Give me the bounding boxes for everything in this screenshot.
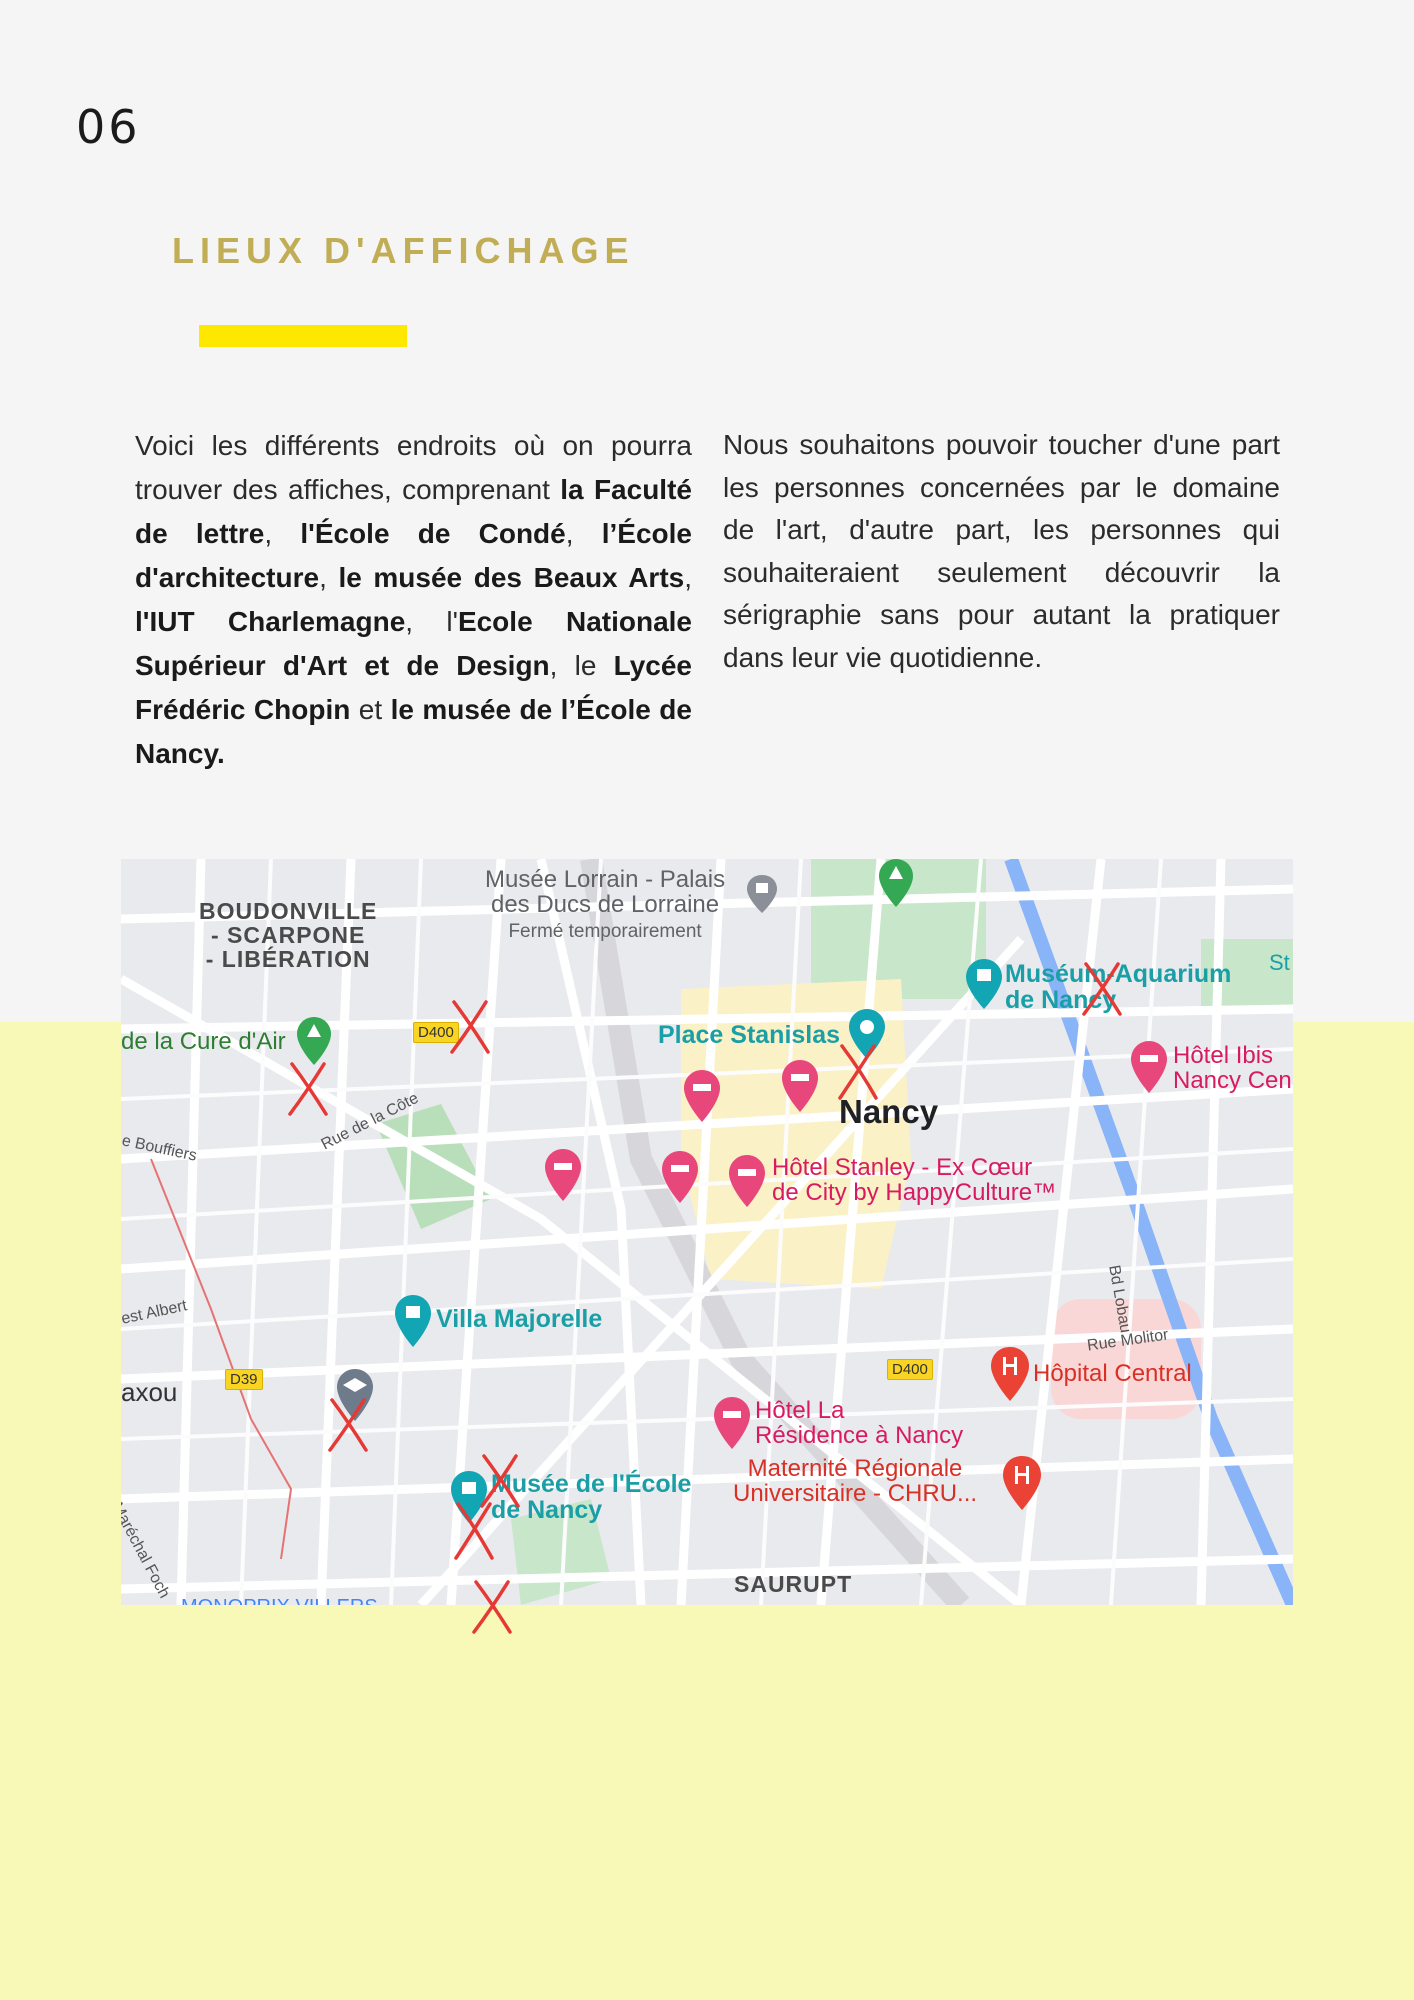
poster-location-marker xyxy=(454,1502,494,1560)
poi-label-line: Hôtel Ibis xyxy=(1173,1042,1274,1069)
hotel-pin-icon xyxy=(545,1149,581,1201)
hotel-pin-icon xyxy=(1131,1041,1167,1093)
poi-label-line: Hôtel Stanley - Ex Cœur xyxy=(772,1154,1033,1181)
poi-label-musee-lorrain: Musée Lorrain - Palais des Ducs de Lorra… xyxy=(485,867,725,943)
poi-label-hotel-ibis: Hôtel Ibis Nancy Cen xyxy=(1173,1042,1292,1095)
road-shield: D39 xyxy=(225,1369,263,1390)
poi-label-hopital-central: Hôpital Central xyxy=(1033,1360,1192,1387)
paragraph-text: , xyxy=(319,562,339,593)
poi-label-place-stanislas: Place Stanislas xyxy=(658,1021,841,1049)
poster-location-marker xyxy=(838,1044,878,1100)
hotel-pin-icon xyxy=(714,1397,750,1449)
intro-paragraph-left: Voici les différents endroits où on pour… xyxy=(135,424,692,776)
poi-label-line: de City by HappyCulture™ xyxy=(772,1179,1057,1207)
highlighted-location: le musée des Beaux Arts xyxy=(338,562,685,593)
paragraph-text: , xyxy=(684,562,692,593)
park-pin-icon xyxy=(297,1017,331,1065)
poster-location-marker xyxy=(328,1398,368,1452)
poster-location-marker xyxy=(450,1000,490,1054)
district-label: BOUDONVILLE - SCARPONE - LIBÉRATION xyxy=(199,898,378,973)
hotel-pin-icon xyxy=(684,1070,720,1122)
poi-label-line: Résidence à Nancy xyxy=(755,1422,964,1450)
district-label-line: BOUDONVILLE xyxy=(199,898,378,924)
museum-pin-icon xyxy=(395,1295,431,1347)
poi-label-hotel-stanley: Hôtel Stanley - Ex Cœur de City by Happy… xyxy=(772,1154,1057,1207)
poi-label-hotel-residence: Hôtel La Résidence à Nancy xyxy=(755,1397,964,1450)
poster-location-marker xyxy=(472,1580,512,1634)
poi-label-line: des Ducs de Lorraine xyxy=(490,891,720,919)
town-label-maxeville: axou xyxy=(121,1377,178,1407)
hotel-pin-icon xyxy=(782,1060,818,1112)
intro-paragraph-right: Nous souhaitons pouvoir toucher d'une pa… xyxy=(723,429,1280,673)
hotel-pin-icon xyxy=(662,1151,698,1203)
poster-location-marker xyxy=(288,1062,328,1116)
poi-label-partial: St xyxy=(1269,950,1290,975)
highlighted-location: l'École de Condé xyxy=(300,518,566,549)
hotel-pin-icon xyxy=(729,1155,765,1207)
poi-label-maternite: Maternité Régionale Universitaire - CHRU… xyxy=(733,1455,978,1508)
district-label-line: - SCARPONE xyxy=(210,922,366,949)
highlighted-location: l'IUT Charlemagne xyxy=(135,606,406,637)
paragraph-text: , xyxy=(565,518,602,549)
title-underline-bar xyxy=(199,325,407,347)
poi-label-villa-majorelle: Villa Majorelle xyxy=(436,1305,603,1333)
page-title: LIEUX D'AFFICHAGE xyxy=(172,230,635,271)
poi-label-line: Musée Lorrain - Palais xyxy=(485,866,726,893)
paragraph-text: , xyxy=(264,518,301,549)
poster-location-marker xyxy=(1082,962,1122,1016)
district-label-monoprix: MONOPRIX VILLERS xyxy=(181,1597,378,1606)
paragraph-text: , le xyxy=(549,650,614,681)
hospital-pin-icon xyxy=(1003,1456,1041,1510)
museum-pin-icon xyxy=(966,959,1002,1009)
poi-label-line: Maternité Régionale xyxy=(747,1455,963,1482)
district-label-line: - LIBÉRATION xyxy=(205,946,371,973)
paragraph-text: et xyxy=(350,694,391,725)
museum-pin-icon xyxy=(747,875,777,913)
road-shield: D400 xyxy=(887,1359,933,1380)
hospital-pin-icon xyxy=(991,1347,1029,1401)
page-number: 06 xyxy=(76,100,141,154)
poi-label-line: Nancy Cen xyxy=(1173,1067,1292,1095)
poi-status: Fermé temporairement xyxy=(508,921,702,943)
poi-label-cure-dair: de la Cure d'Air xyxy=(121,1028,286,1055)
poi-label-line: Hôtel La xyxy=(755,1397,845,1424)
poi-label-line: Universitaire - CHRU... xyxy=(733,1480,978,1508)
paragraph-text: , l' xyxy=(405,606,458,637)
district-label-saurupt: SAURUPT xyxy=(734,1571,853,1597)
park-pin-icon xyxy=(879,859,913,907)
